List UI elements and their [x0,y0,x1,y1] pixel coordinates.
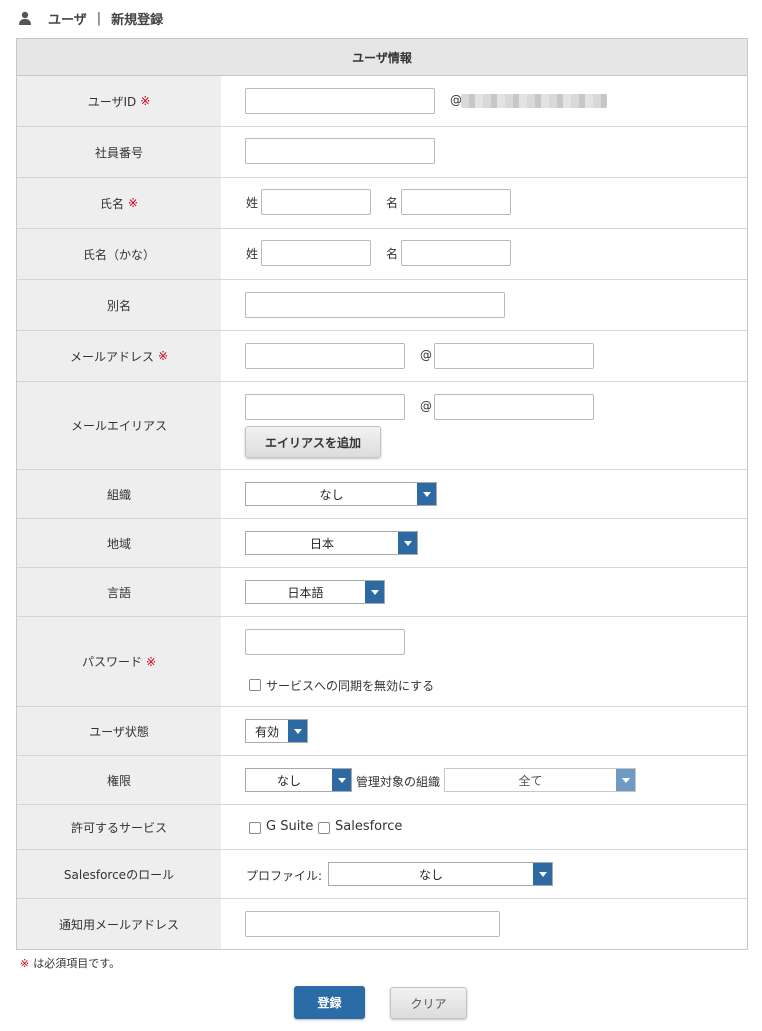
email-alias-label: メールエイリアス [17,382,221,469]
status-select[interactable]: 有効 [245,719,308,743]
notify-email-input[interactable] [245,911,500,937]
required-mark: ※ [140,94,151,108]
row-user-id: ユーザID ※ @ [17,76,747,127]
chevron-down-icon [398,532,417,554]
email-at: @ [420,348,432,362]
employee-no-label: 社員番号 [17,127,221,177]
managed-org-select[interactable]: 全て [444,768,636,792]
chevron-down-icon [288,720,307,742]
name-kana-label: 氏名（かな） [17,229,221,279]
status-select-value: 有効 [254,724,279,739]
language-label: 言語 [17,568,221,616]
row-alias: 別名 [17,280,747,331]
chevron-down-icon [365,581,384,603]
name-label: 氏名 ※ [17,178,221,228]
email-label: メールアドレス ※ [17,331,221,381]
last-name-label: 姓 [246,196,259,210]
breadcrumb-section: ユーザ [48,12,87,28]
submit-button[interactable]: 登録 [294,986,365,1019]
user-icon [18,11,32,25]
disable-sync-checkbox[interactable] [249,679,261,691]
alias-input[interactable] [245,292,505,318]
first-name-label: 名 [386,196,399,210]
salesforce-label: Salesforce [335,819,403,834]
clear-button[interactable]: クリア [390,987,467,1019]
gsuite-label: G Suite [266,819,314,834]
password-input[interactable] [245,629,405,655]
user-id-domain-redacted [461,94,607,108]
last-name-kana-label: 姓 [246,247,259,261]
language-select-value: 日本語 [287,585,324,600]
first-name-input[interactable] [401,189,511,215]
email-local-input[interactable] [245,343,405,369]
user-id-input[interactable] [245,88,435,114]
profile-select[interactable]: なし [328,862,553,886]
required-mark: ※ [127,196,139,210]
language-select[interactable]: 日本語 [245,580,385,604]
chevron-down-icon [616,769,635,791]
row-employee-no: 社員番号 [17,127,747,178]
row-status: ユーザ状態 有効 [17,707,747,756]
managed-org-label: 管理対象の組織 [356,775,441,789]
first-name-kana-label: 名 [386,247,399,261]
employee-no-input[interactable] [245,138,435,164]
required-mark: ※ [20,957,30,970]
alias-label: 別名 [17,280,221,330]
chevron-down-icon [417,483,436,505]
role-label: 権限 [17,756,221,804]
region-select[interactable]: 日本 [245,531,418,555]
region-select-value: 日本 [309,536,334,551]
gsuite-checkbox[interactable] [249,822,261,834]
row-services: 許可するサービス G Suite Salesforce [17,805,747,850]
sf-role-label: Salesforceのロール [17,850,221,898]
email-domain-input[interactable] [434,343,594,369]
required-mark: ※ [157,349,169,363]
chevron-down-icon [332,769,351,791]
first-name-kana-input[interactable] [401,240,511,266]
profile-select-value: なし [418,867,443,882]
table-title: ユーザ情報 [17,39,747,76]
services-label: 許可するサービス [17,805,221,849]
required-mark: ※ [145,654,157,669]
profile-label: プロファイル: [246,869,323,883]
row-name-kana: 氏名（かな） 姓 名 [17,229,747,280]
role-select-value: なし [276,773,301,788]
row-org: 組織 なし [17,470,747,519]
region-label: 地域 [17,519,221,567]
breadcrumb-separator: | [96,10,102,26]
row-password: パスワード ※ サービスへの同期を無効にする [17,617,747,707]
row-email: メールアドレス ※ @ [17,331,747,382]
row-language: 言語 日本語 [17,568,747,617]
user-form-table: ユーザ情報 ユーザID※ @ 社員番号 氏名※ 姓 名 氏名（かな） 姓 名 [16,38,748,950]
salesforce-checkbox[interactable] [318,822,330,834]
row-region: 地域 日本 [17,519,747,568]
row-notify-email: 通知用メールアドレス [17,899,747,949]
row-role: 権限 なし 管理対象の組織 全て [17,756,747,805]
row-name: 氏名 ※ 姓 名 [17,178,747,229]
org-select-value: なし [319,487,344,502]
email-alias-domain-input[interactable] [434,394,594,420]
notify-email-label: 通知用メールアドレス [17,899,221,949]
password-label: パスワード ※ [17,617,221,706]
row-sf-role: Salesforceのロール プロファイル: なし [17,850,747,899]
page-title: 新規登録 [111,12,164,28]
row-email-alias: メールエイリアス @ エイリアスを追加 [17,382,747,470]
disable-sync-label: サービスへの同期を無効にする [266,679,435,693]
org-select[interactable]: なし [245,482,437,506]
add-alias-button[interactable]: エイリアスを追加 [245,426,381,458]
status-label: ユーザ状態 [17,707,221,755]
last-name-kana-input[interactable] [261,240,371,266]
email-alias-local-input[interactable] [245,394,405,420]
user-id-label: ユーザID ※ [17,76,221,126]
org-label: 組織 [17,470,221,518]
last-name-input[interactable] [261,189,371,215]
page-header: ユーザ | 新規登録 [18,8,163,28]
managed-org-select-value: 全て [518,773,543,788]
email-alias-at: @ [420,399,432,413]
role-select[interactable]: なし [245,768,352,792]
chevron-down-icon [533,863,552,885]
required-note: ※ は必須項目です。 [20,957,121,970]
